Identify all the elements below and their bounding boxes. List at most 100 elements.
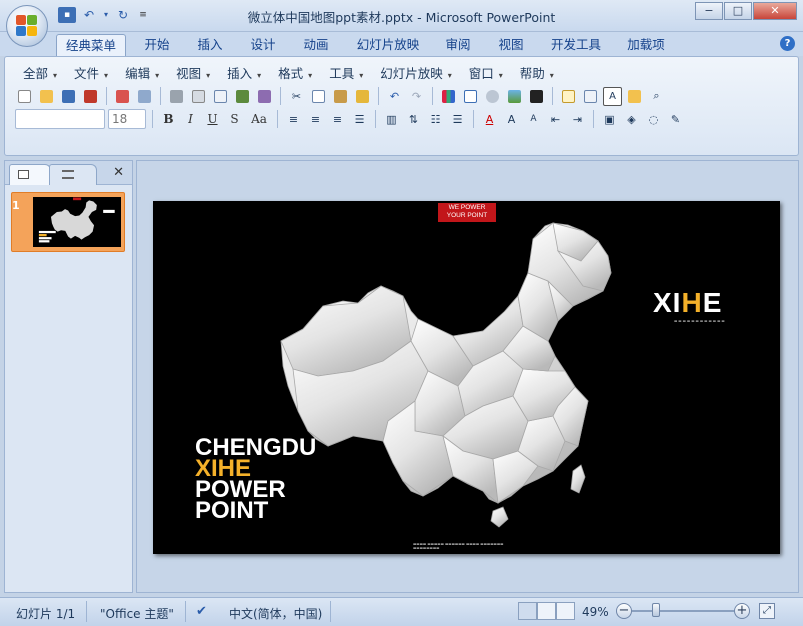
align-left-icon[interactable]: ≡ xyxy=(284,110,303,129)
close-button[interactable]: ✕ xyxy=(753,2,797,20)
italic-button[interactable]: I xyxy=(181,112,200,126)
toolbar-separator xyxy=(432,87,433,105)
layout-icon[interactable] xyxy=(211,87,230,106)
tab-slideshow[interactable]: 幻灯片放映 xyxy=(350,34,426,56)
font-name-box[interactable] xyxy=(15,109,105,129)
standard-toolbar: ✂ ↶ ↷ A ⌕ xyxy=(15,85,666,107)
menu-tools[interactable]: 工具 xyxy=(321,63,372,82)
outline-tab[interactable] xyxy=(49,164,97,185)
open-folder-icon[interactable] xyxy=(37,87,56,106)
slide-text-line-4[interactable]: POINT xyxy=(195,499,268,523)
language-indicator[interactable]: 中文(简体，中国) xyxy=(229,605,322,622)
justify-icon[interactable]: ☰ xyxy=(350,110,369,129)
attach-icon[interactable] xyxy=(135,87,154,106)
save-icon[interactable] xyxy=(59,87,78,106)
arrange-icon[interactable]: ▣ xyxy=(600,110,619,129)
tab-view[interactable]: 视图 xyxy=(490,34,532,56)
maximize-button[interactable]: □ xyxy=(724,2,752,20)
tab-animation[interactable]: 动画 xyxy=(295,34,337,56)
xihe-brand-logo[interactable]: XIHE xyxy=(653,287,722,319)
menu-edit[interactable]: 编辑 xyxy=(117,63,168,82)
insert-chart-icon[interactable] xyxy=(439,87,458,106)
theme-name[interactable]: "Office 主题" xyxy=(100,605,174,622)
new-document-icon[interactable] xyxy=(15,87,34,106)
research-icon[interactable] xyxy=(255,87,274,106)
open-recent-icon[interactable] xyxy=(625,87,644,106)
tab-insert[interactable]: 插入 xyxy=(189,34,231,56)
numbering-icon[interactable]: ☷ xyxy=(426,110,445,129)
menu-window[interactable]: 窗口 xyxy=(461,63,512,82)
shadow-button[interactable]: S xyxy=(225,112,244,126)
window-title: 微立体中国地图ppt素材.pptx - Microsoft PowerPoint xyxy=(247,10,556,25)
tab-review[interactable]: 审阅 xyxy=(437,34,479,56)
slide-icon xyxy=(18,170,29,179)
minimize-button[interactable]: − xyxy=(695,2,723,20)
tab-design[interactable]: 设计 xyxy=(242,34,284,56)
shape-outline-icon[interactable]: ✎ xyxy=(666,110,685,129)
close-icon[interactable]: ✕ xyxy=(113,165,124,180)
shapes-icon[interactable]: ◈ xyxy=(622,110,641,129)
zoom-out-icon[interactable]: − xyxy=(616,603,632,619)
menu-format[interactable]: 格式 xyxy=(270,63,321,82)
office-button[interactable] xyxy=(6,5,48,47)
paste-icon[interactable] xyxy=(331,87,350,106)
slide-thumbnail[interactable] xyxy=(33,197,121,247)
copy-icon[interactable] xyxy=(309,87,328,106)
zoom-slider-handle[interactable] xyxy=(652,603,660,617)
tab-classic-menu[interactable]: 经典菜单 xyxy=(56,34,126,56)
spelling-icon[interactable] xyxy=(233,87,252,106)
menu-view[interactable]: 视图 xyxy=(168,63,219,82)
brand-subtitle: ▬▬▬▬▬▬▬▬▬▬▬▬ xyxy=(674,319,726,323)
zoom-in-icon[interactable]: + xyxy=(734,603,750,619)
spell-check-icon[interactable]: ✔ xyxy=(196,604,212,619)
font-color-icon[interactable]: A xyxy=(480,110,499,129)
tab-addins[interactable]: 加载项 xyxy=(619,34,673,56)
new-slide-icon[interactable] xyxy=(559,87,578,106)
insert-picture-icon[interactable] xyxy=(505,87,524,106)
slides-tab[interactable] xyxy=(9,164,51,185)
shape-fill-icon[interactable]: ◌ xyxy=(644,110,663,129)
normal-view-icon[interactable] xyxy=(518,602,537,620)
bold-button[interactable]: B xyxy=(159,112,178,126)
slide-canvas[interactable]: WE POWER YOUR POINT XIHE ▬▬▬▬▬▬▬▬▬▬▬▬ CH… xyxy=(153,201,780,554)
format-painter-icon[interactable] xyxy=(353,87,372,106)
bullets-icon[interactable]: ☰ xyxy=(448,110,467,129)
tab-home[interactable]: 开始 xyxy=(136,34,178,56)
font-size-box[interactable]: 18 xyxy=(108,109,146,129)
textbox-icon[interactable]: A xyxy=(603,86,622,106)
shrink-font-icon[interactable]: A xyxy=(524,110,543,129)
increase-indent-icon[interactable]: ⇥ xyxy=(568,110,587,129)
tab-developer[interactable]: 开发工具 xyxy=(543,34,609,56)
menu-slideshow[interactable]: 幻灯片放映 xyxy=(372,63,461,82)
insert-media-icon[interactable] xyxy=(483,87,502,106)
slide-sorter-view-icon[interactable] xyxy=(537,602,556,620)
find-icon[interactable]: ⌕ xyxy=(647,87,666,106)
permission-icon[interactable] xyxy=(81,87,100,106)
align-center-icon[interactable]: ≡ xyxy=(306,110,325,129)
print-icon[interactable] xyxy=(167,87,186,106)
print-preview-icon[interactable] xyxy=(189,87,208,106)
menu-insert[interactable]: 插入 xyxy=(219,63,270,82)
redo-icon[interactable]: ↷ xyxy=(407,87,426,106)
undo-icon[interactable]: ↶ xyxy=(385,87,404,106)
slide-color-icon[interactable] xyxy=(527,87,546,106)
menu-help[interactable]: 帮助 xyxy=(512,63,563,82)
zoom-level[interactable]: 49% xyxy=(582,605,609,619)
cut-icon[interactable]: ✂ xyxy=(287,87,306,106)
align-right-icon[interactable]: ≡ xyxy=(328,110,347,129)
export-pdf-icon[interactable] xyxy=(113,87,132,106)
slideshow-view-icon[interactable] xyxy=(556,602,575,620)
grow-font-icon[interactable]: A xyxy=(502,110,521,129)
underline-button[interactable]: U xyxy=(203,112,222,126)
zoom-slider-track[interactable] xyxy=(632,610,734,612)
slide-layout-icon[interactable] xyxy=(581,87,600,106)
menu-all[interactable]: 全部 xyxy=(15,63,66,82)
change-case-button[interactable]: Aa xyxy=(247,112,271,126)
fit-to-window-icon[interactable]: ⤢ xyxy=(759,603,775,619)
text-direction-icon[interactable]: ⇅ xyxy=(404,110,423,129)
insert-table-icon[interactable] xyxy=(461,87,480,106)
decrease-indent-icon[interactable]: ⇤ xyxy=(546,110,565,129)
menu-file[interactable]: 文件 xyxy=(66,63,117,82)
help-icon[interactable]: ? xyxy=(780,36,795,51)
columns-icon[interactable]: ▥ xyxy=(382,110,401,129)
